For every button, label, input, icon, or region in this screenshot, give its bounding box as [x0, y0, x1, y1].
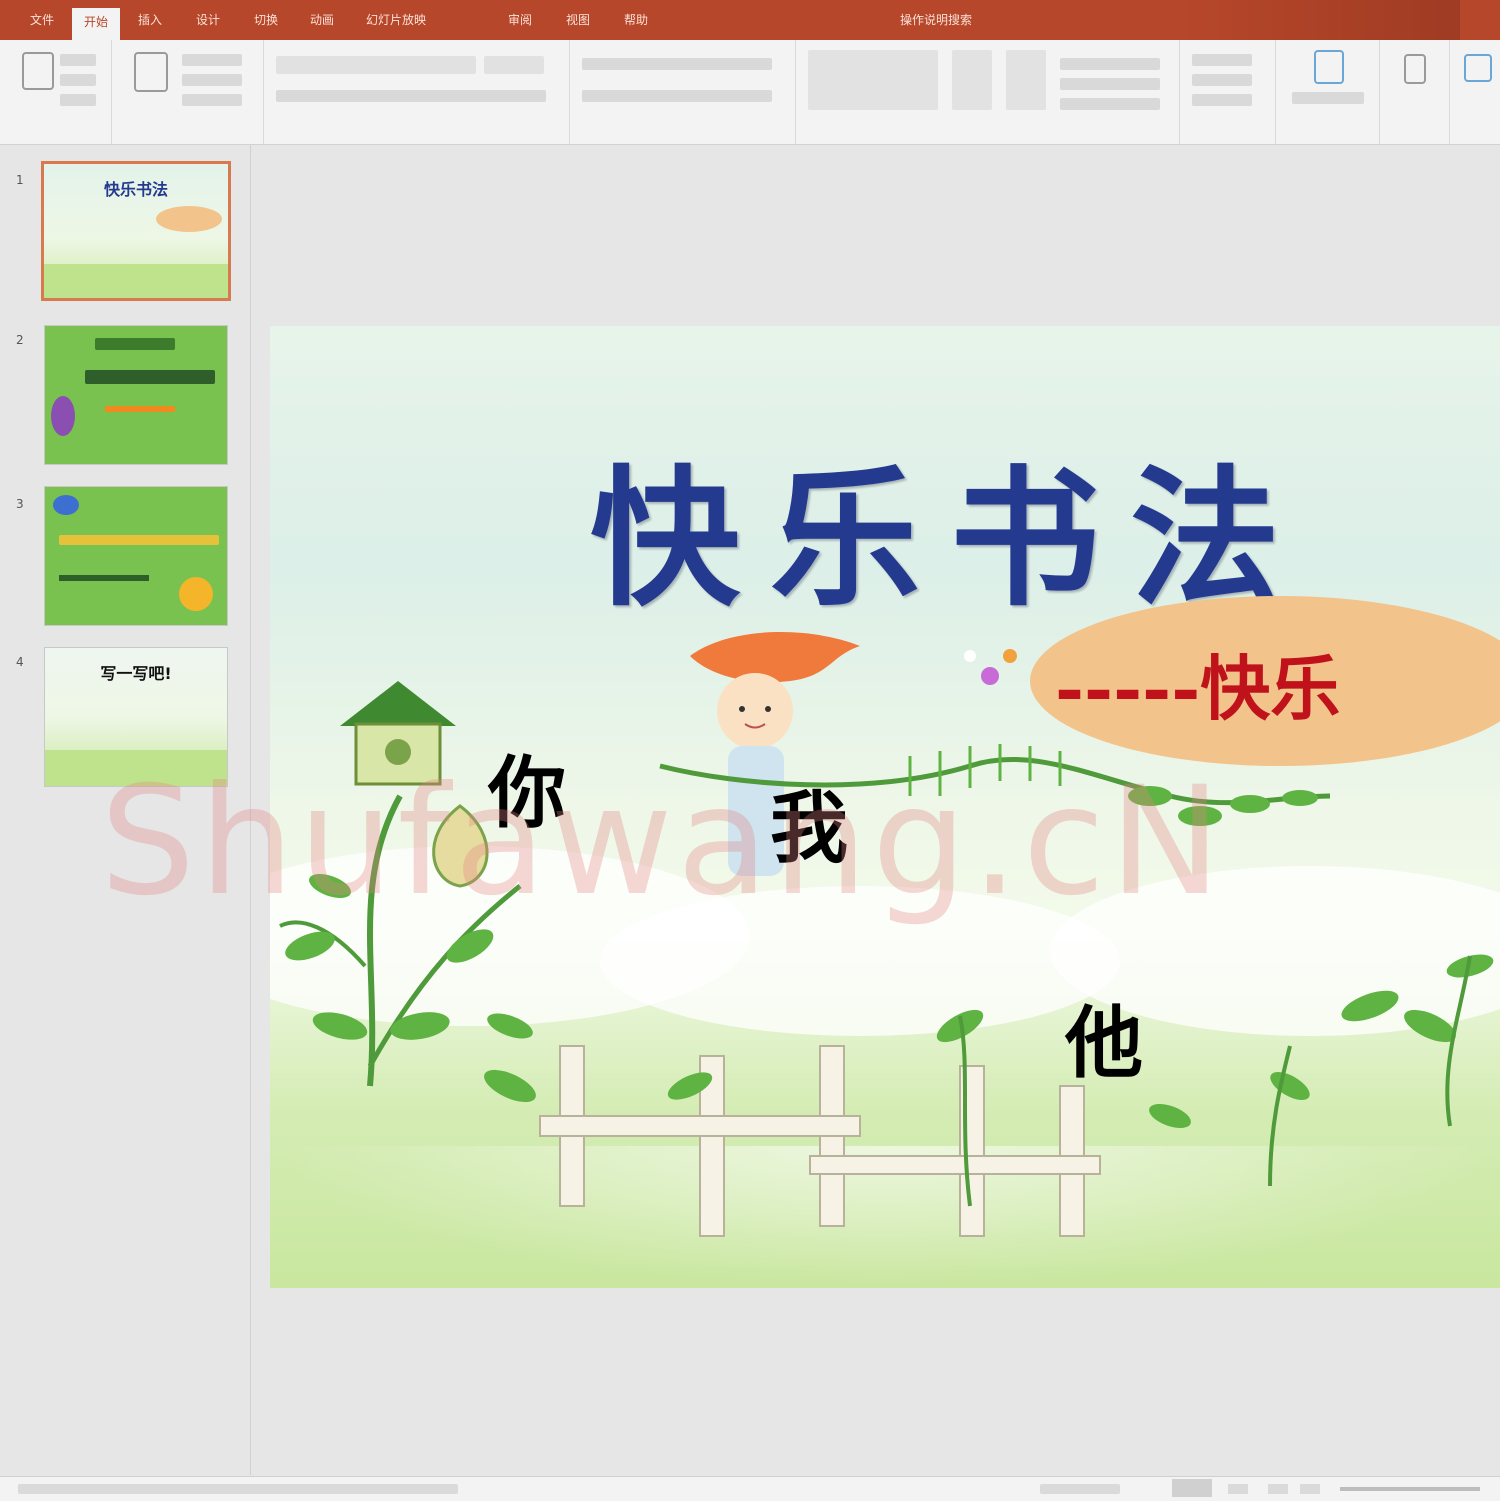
ribbon-group-slides — [112, 40, 264, 144]
slide-sorter-button[interactable] — [1228, 1484, 1248, 1494]
arrange-button[interactable] — [952, 50, 992, 110]
thumb3-line1 — [59, 535, 219, 545]
font-size-input[interactable] — [484, 56, 544, 74]
font-name-input[interactable] — [276, 56, 476, 74]
normal-view-button[interactable] — [1172, 1479, 1212, 1497]
thumb2-flower — [51, 396, 75, 436]
align-buttons[interactable] — [582, 90, 772, 102]
status-bar — [0, 1476, 1500, 1501]
notes-button[interactable] — [1040, 1484, 1120, 1494]
tab-help[interactable]: 帮助 — [624, 10, 648, 30]
shape-fill-button[interactable] — [1060, 58, 1160, 70]
layout-button[interactable] — [182, 54, 242, 66]
shapes-gallery[interactable] — [808, 50, 938, 110]
tab-insert[interactable]: 插入 — [138, 10, 162, 30]
thumb-oval — [156, 206, 222, 232]
ribbon-group-voice — [1380, 40, 1450, 144]
design-ideas-label — [1292, 92, 1364, 104]
list-buttons[interactable] — [582, 58, 772, 70]
thumb2-line1 — [85, 370, 215, 384]
select-button[interactable] — [1192, 94, 1252, 106]
tab-animations[interactable]: 动画 — [310, 10, 334, 30]
tab-slideshow[interactable]: 幻灯片放映 — [366, 10, 426, 30]
quick-styles-button[interactable] — [1006, 50, 1046, 110]
slide-thumb-1[interactable]: 快乐书法 — [41, 161, 231, 301]
thumb-number-4: 4 — [16, 655, 24, 669]
thumb3-line2 — [59, 575, 149, 581]
shape-effects-button[interactable] — [1060, 98, 1160, 110]
section-button[interactable] — [182, 94, 242, 106]
thumb2-heading — [95, 338, 175, 350]
tab-home[interactable]: 开始 — [72, 8, 121, 40]
thumb2-line2 — [105, 406, 175, 412]
reading-view-button[interactable] — [1268, 1484, 1288, 1494]
thumb-grass — [44, 264, 228, 298]
thumb-number-2: 2 — [16, 333, 24, 347]
tab-view[interactable]: 视图 — [566, 10, 590, 30]
slide-thumb-2[interactable] — [44, 325, 228, 465]
cut-button[interactable] — [60, 54, 96, 66]
thumb3-sun — [179, 577, 213, 611]
design-ideas-icon[interactable] — [1314, 50, 1344, 84]
thumb-number-3: 3 — [16, 497, 24, 511]
dictate-icon[interactable] — [1404, 54, 1426, 84]
zoom-slider[interactable] — [1340, 1487, 1480, 1491]
slideshow-button[interactable] — [1300, 1484, 1320, 1494]
title-bar-decoration — [1180, 0, 1460, 40]
shape-outline-button[interactable] — [1060, 78, 1160, 90]
ribbon-group-design-ideas — [1276, 40, 1380, 144]
ribbon-group-paragraph — [570, 40, 796, 144]
status-slide-info — [18, 1484, 458, 1494]
addin-icon[interactable] — [1464, 54, 1492, 82]
thumb-title-1: 快乐书法 — [103, 180, 168, 199]
font-format-buttons[interactable] — [276, 90, 546, 102]
tab-file[interactable]: 文件 — [30, 10, 54, 30]
ribbon-group-editing — [1180, 40, 1276, 144]
paste-icon[interactable] — [22, 52, 54, 90]
ribbon-tab-bar: 文件 开始 插入 设计 切换 动画 幻灯片放映 审阅 视图 帮助 操作说明搜索 — [0, 0, 1500, 40]
find-button[interactable] — [1192, 54, 1252, 66]
ribbon-group-drawing — [796, 40, 1180, 144]
slide-thumb-3[interactable] — [44, 486, 228, 626]
thumb3-bird — [53, 495, 79, 515]
tab-review[interactable]: 审阅 — [508, 10, 532, 30]
copy-button[interactable] — [60, 74, 96, 86]
ribbon-group-clipboard — [0, 40, 112, 144]
thumb-number-1: 1 — [16, 173, 24, 187]
watermark: Shufawang.cN — [100, 755, 1226, 929]
ribbon-group-addins — [1450, 40, 1500, 144]
tell-me-search[interactable]: 操作说明搜索 — [900, 10, 972, 30]
new-slide-icon[interactable] — [134, 52, 168, 92]
tab-design[interactable]: 设计 — [196, 10, 220, 30]
format-painter-button[interactable] — [60, 94, 96, 106]
replace-button[interactable] — [1192, 74, 1252, 86]
reset-button[interactable] — [182, 74, 242, 86]
word-ta[interactable]: 他 — [1065, 981, 1143, 1093]
ribbon — [0, 40, 1500, 145]
thumb-title-4: 写一写吧! — [100, 664, 172, 683]
tab-transitions[interactable]: 切换 — [254, 10, 278, 30]
ribbon-group-font — [264, 40, 570, 144]
